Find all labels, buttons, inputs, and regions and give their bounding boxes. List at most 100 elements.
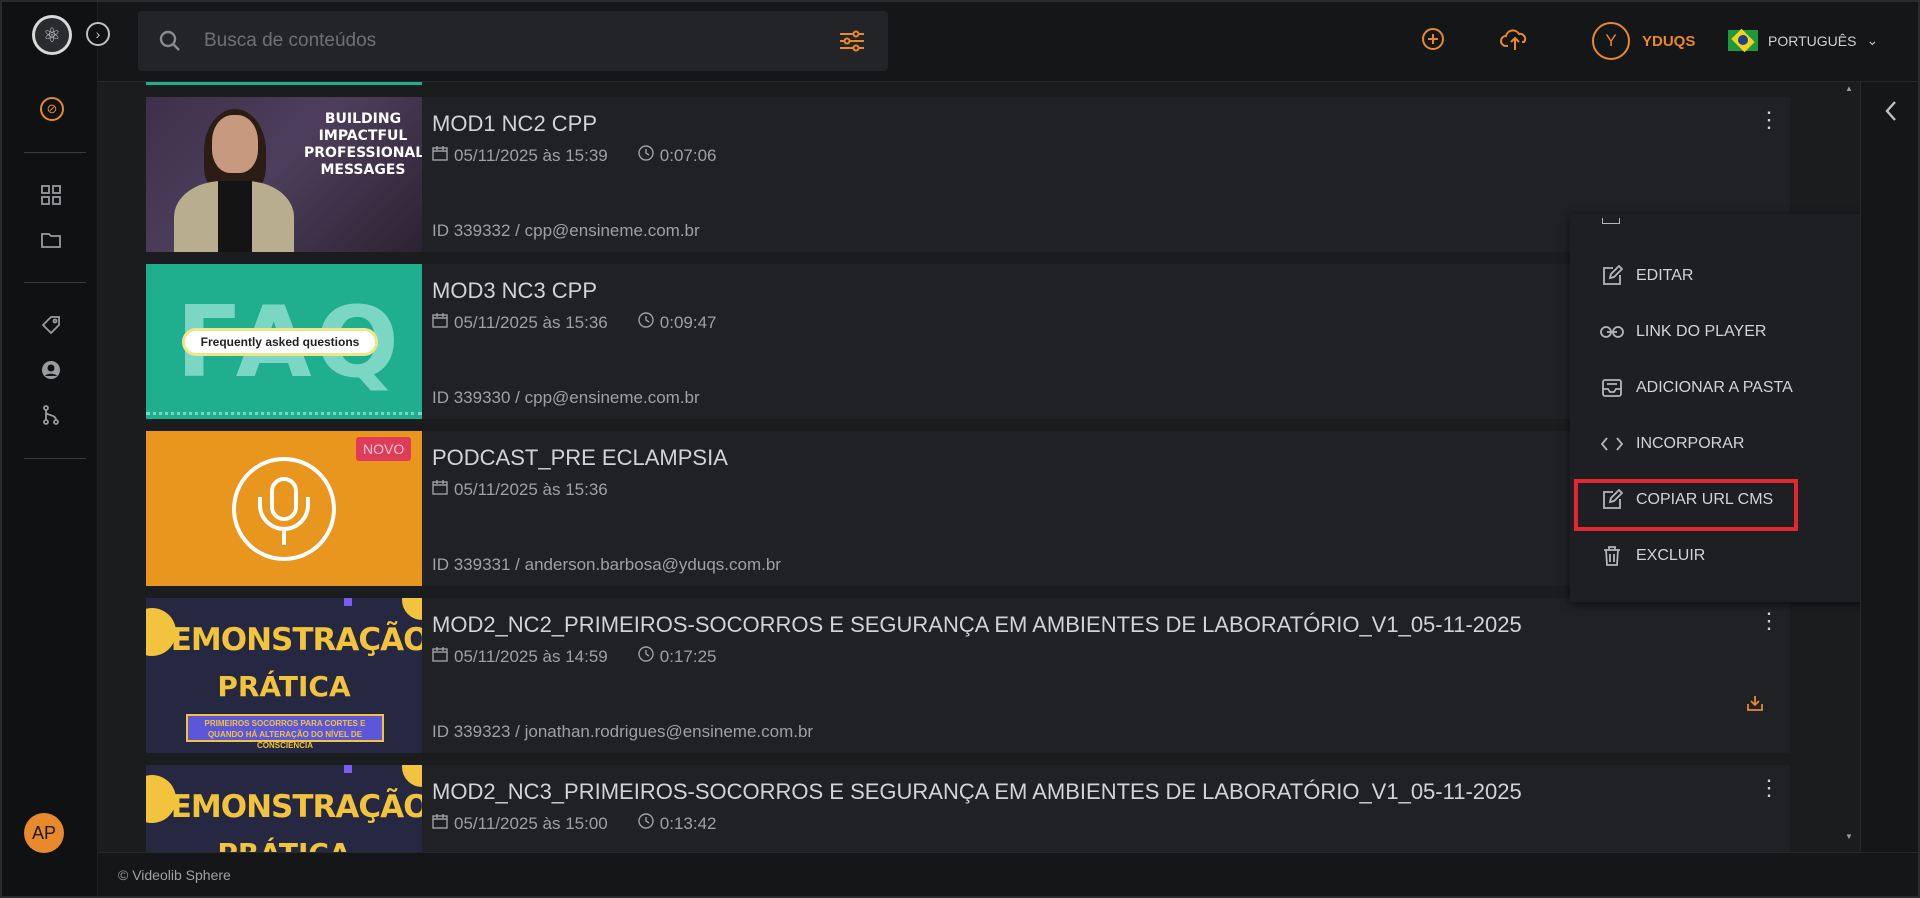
tag-icon[interactable] (38, 312, 64, 338)
video-duration: 0:09:47 (659, 312, 717, 332)
presenter-image (174, 109, 294, 252)
list-item[interactable]: FAQ Frequently asked questions MOD3 NC3 … (146, 264, 1790, 419)
video-meta: 05/11/2025 às 15:00 0:13:42 (432, 813, 717, 834)
menu-item-add-to-folder[interactable]: ADICIONAR A PASTA (1600, 376, 1793, 400)
video-title[interactable]: MOD1 NC2 CPP (432, 111, 597, 137)
calendar-icon (432, 646, 448, 667)
previous-row-edge (146, 82, 422, 85)
upload-cloud-icon[interactable] (1500, 26, 1530, 57)
footer-text: © Videolib Sphere (118, 867, 231, 883)
brazil-flag-icon (1728, 30, 1758, 51)
download-icon[interactable] (1746, 694, 1764, 717)
language-label: PORTUGUÊS (1768, 32, 1857, 49)
menu-item-label: LINK DO PLAYER (1636, 323, 1767, 340)
video-date: 05/11/2025 às 15:36 (454, 479, 608, 499)
link-icon (1600, 320, 1624, 344)
left-sidebar: ⚛ › ⊘ AP (0, 0, 110, 898)
footer: © Videolib Sphere (98, 852, 1920, 898)
top-bar: Y YDUQS PORTUGUÊS ⌄ (98, 0, 1920, 82)
grid-icon[interactable] (38, 182, 64, 208)
video-duration: 0:17:25 (659, 646, 717, 666)
more-options-icon[interactable]: ⋮ (1758, 777, 1780, 799)
video-date: 05/11/2025 às 15:36 (454, 312, 608, 332)
video-thumbnail[interactable]: DEMONSTRAÇÃO PRÁTICA PRIMEIROS SOCORROS … (146, 598, 422, 753)
atom-icon: ⚛ (35, 18, 69, 52)
user-name: YDUQS (1642, 32, 1696, 50)
edit-icon (1600, 264, 1624, 288)
user-avatar: Y (1592, 22, 1630, 60)
list-item[interactable]: DEMONSTRAÇÃO PRÁTICA MOD2_NC3_PRIMEIROS-… (146, 765, 1790, 852)
video-thumbnail[interactable]: BUILDING IMPACTFUL PROFESSIONAL MESSAGES (146, 97, 422, 252)
menu-item-label: EDITAR (1636, 267, 1694, 284)
clock-icon (638, 813, 654, 834)
video-id-owner: ID 339330 / cpp@ensineme.com.br (432, 388, 700, 407)
thumbnail-caption: BUILDING IMPACTFUL PROFESSIONAL MESSAGES (304, 111, 422, 178)
content-list: BUILDING IMPACTFUL PROFESSIONAL MESSAGES… (98, 82, 1860, 852)
video-date: 05/11/2025 às 14:59 (454, 646, 608, 666)
video-thumbnail[interactable]: FAQ Frequently asked questions (146, 264, 422, 419)
search-input[interactable] (204, 21, 764, 61)
scroll-down-icon[interactable]: ▼ (1845, 832, 1853, 841)
brand-icon[interactable]: ⊘ (40, 97, 64, 121)
video-title[interactable]: MOD2_NC3_PRIMEIROS-SOCORROS E SEGURANÇA … (432, 779, 1522, 805)
language-selector[interactable]: PORTUGUÊS ⌄ (1728, 30, 1878, 51)
menu-item-delete[interactable]: EXCLUIR (1600, 544, 1705, 568)
clipped-menu-icon (1602, 218, 1620, 224)
list-item[interactable]: NOVO PODCAST_PRE ECLAMPSIA 05/11/2025 às… (146, 431, 1790, 586)
app-logo[interactable]: ⚛ (32, 15, 72, 55)
folder-icon[interactable] (38, 227, 64, 253)
filter-icon[interactable] (838, 29, 866, 58)
video-thumbnail[interactable]: NOVO (146, 431, 422, 586)
menu-item-player-link[interactable]: LINK DO PLAYER (1600, 320, 1766, 344)
list-item[interactable]: DEMONSTRAÇÃO PRÁTICA PRIMEIROS SOCORROS … (146, 598, 1790, 753)
sidebar-divider (24, 458, 86, 459)
calendar-icon (432, 813, 448, 834)
video-duration: 0:07:06 (659, 145, 717, 165)
expand-sidebar-icon[interactable]: › (86, 22, 110, 46)
clock-icon (638, 312, 654, 333)
video-title[interactable]: MOD3 NC3 CPP (432, 278, 597, 304)
sidebar-divider (24, 282, 86, 283)
scroll-up-icon[interactable]: ▲ (1845, 84, 1853, 93)
sidebar-divider (24, 152, 86, 153)
trash-icon (1600, 544, 1624, 568)
video-date: 05/11/2025 às 15:00 (454, 813, 608, 833)
thumbnail-subtitle: PRÁTICA (146, 837, 422, 852)
highlight-box (1574, 479, 1798, 531)
menu-item-label: INCORPORAR (1636, 435, 1745, 452)
context-menu: EDITAR LINK DO PLAYER ADICIONAR A PASTA … (1570, 214, 1860, 602)
more-options-icon[interactable]: ⋮ (1758, 610, 1780, 632)
add-content-icon[interactable] (1420, 26, 1446, 57)
video-meta: 05/11/2025 às 15:36 0:09:47 (432, 312, 717, 333)
user-icon[interactable] (38, 357, 64, 383)
thumbnail-title: DEMONSTRAÇÃO (146, 789, 422, 825)
chevron-left-icon[interactable] (1883, 100, 1899, 128)
avatar[interactable]: AP (24, 813, 64, 853)
user-menu[interactable]: Y YDUQS (1592, 22, 1695, 60)
thumbnail-pill: Frequently asked questions (182, 328, 378, 356)
archive-icon (1600, 376, 1624, 400)
right-panel (1860, 82, 1920, 862)
calendar-icon (432, 479, 448, 500)
thumbnail-subtitle: PRÁTICA (217, 670, 351, 703)
menu-item-embed[interactable]: INCORPORAR (1600, 432, 1744, 456)
video-title[interactable]: PODCAST_PRE ECLAMPSIA (432, 445, 728, 471)
new-badge: NOVO (356, 437, 412, 461)
menu-item-edit[interactable]: EDITAR (1600, 264, 1693, 288)
video-id-owner: ID 339331 / anderson.barbosa@yduqs.com.b… (432, 555, 781, 574)
video-thumbnail[interactable]: DEMONSTRAÇÃO PRÁTICA (146, 765, 422, 852)
list-item[interactable]: BUILDING IMPACTFUL PROFESSIONAL MESSAGES… (146, 97, 1790, 252)
video-date: 05/11/2025 às 15:39 (454, 145, 608, 165)
video-title[interactable]: MOD2_NC2_PRIMEIROS-SOCORROS E SEGURANÇA … (432, 612, 1522, 638)
search-icon (158, 29, 182, 58)
branch-icon[interactable] (38, 402, 64, 428)
calendar-icon (432, 145, 448, 166)
video-id-owner: ID 339323 / jonathan.rodrigues@ensineme.… (432, 722, 814, 741)
video-meta: 05/11/2025 às 15:39 0:07:06 (432, 145, 717, 166)
search-bar (138, 11, 888, 71)
video-meta: 05/11/2025 às 14:59 0:17:25 (432, 646, 717, 667)
code-icon (1600, 432, 1624, 456)
more-options-icon[interactable]: ⋮ (1758, 109, 1780, 131)
clock-icon (638, 646, 654, 667)
menu-item-label: ADICIONAR A PASTA (1636, 379, 1793, 396)
